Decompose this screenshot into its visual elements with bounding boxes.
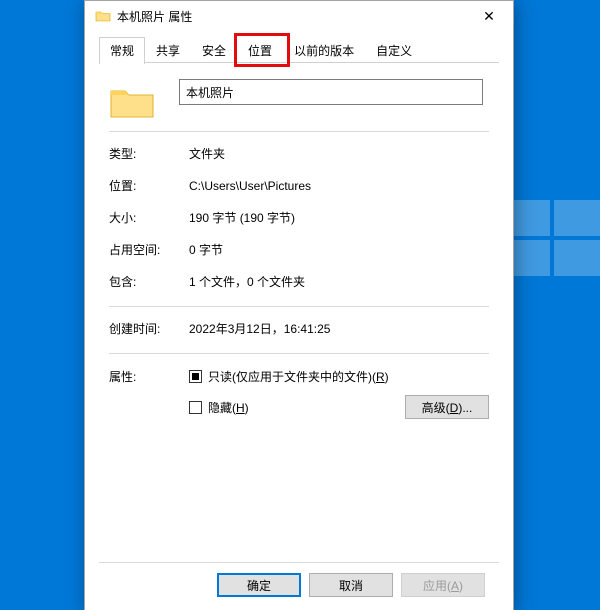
dialog-footer: 确定 取消 应用(A): [99, 562, 499, 610]
divider: [109, 131, 489, 132]
divider: [109, 353, 489, 354]
value-size-on-disk: 0 字节: [189, 242, 489, 258]
tab-location[interactable]: 位置: [237, 37, 283, 63]
label-created: 创建时间:: [109, 321, 189, 337]
label-location: 位置:: [109, 178, 189, 194]
hidden-checkbox[interactable]: [189, 401, 202, 414]
label-size-on-disk: 占用空间:: [109, 242, 189, 258]
label-type: 类型:: [109, 146, 189, 162]
windows-logo: [510, 200, 600, 280]
readonly-checkbox-row[interactable]: 只读(仅应用于文件夹中的文件)(R): [189, 368, 489, 385]
label-attributes: 属性:: [109, 368, 189, 419]
tab-strip: 常规 共享 安全 位置 以前的版本 自定义: [85, 31, 513, 63]
advanced-button[interactable]: 高级(D)...: [405, 395, 489, 419]
divider: [109, 306, 489, 307]
folder-large-icon: [109, 81, 155, 121]
tab-content-general: 类型: 文件夹 位置: C:\Users\User\Pictures 大小: 1…: [85, 63, 513, 562]
label-contains: 包含:: [109, 274, 189, 290]
value-location: C:\Users\User\Pictures: [189, 178, 489, 194]
close-button[interactable]: ✕: [467, 1, 511, 31]
label-size: 大小:: [109, 210, 189, 226]
readonly-label: 只读(仅应用于文件夹中的文件)(R): [208, 368, 389, 385]
tab-sharing[interactable]: 共享: [145, 37, 191, 63]
hidden-checkbox-row[interactable]: 隐藏(H): [189, 399, 405, 416]
value-contains: 1 个文件，0 个文件夹: [189, 274, 489, 290]
value-type: 文件夹: [189, 146, 489, 162]
titlebar[interactable]: 本机照片 属性 ✕: [85, 1, 513, 31]
folder-icon: [95, 8, 111, 24]
properties-dialog: 本机照片 属性 ✕ 常规 共享 安全 位置 以前的版本 自定义: [84, 0, 514, 610]
ok-button[interactable]: 确定: [217, 573, 301, 597]
tab-security[interactable]: 安全: [191, 37, 237, 63]
tab-previous-versions[interactable]: 以前的版本: [283, 37, 365, 63]
cancel-button[interactable]: 取消: [309, 573, 393, 597]
apply-button[interactable]: 应用(A): [401, 573, 485, 597]
tab-general[interactable]: 常规: [99, 37, 145, 64]
readonly-checkbox[interactable]: [189, 370, 202, 383]
desktop: 本机照片 属性 ✕ 常规 共享 安全 位置 以前的版本 自定义: [0, 0, 600, 610]
value-size: 190 字节 (190 字节): [189, 210, 489, 226]
window-title: 本机照片 属性: [117, 8, 467, 25]
hidden-label: 隐藏(H): [208, 399, 249, 416]
tab-customize[interactable]: 自定义: [365, 37, 423, 63]
value-created: 2022年3月12日，16:41:25: [189, 321, 489, 337]
folder-name-input[interactable]: [179, 79, 483, 105]
